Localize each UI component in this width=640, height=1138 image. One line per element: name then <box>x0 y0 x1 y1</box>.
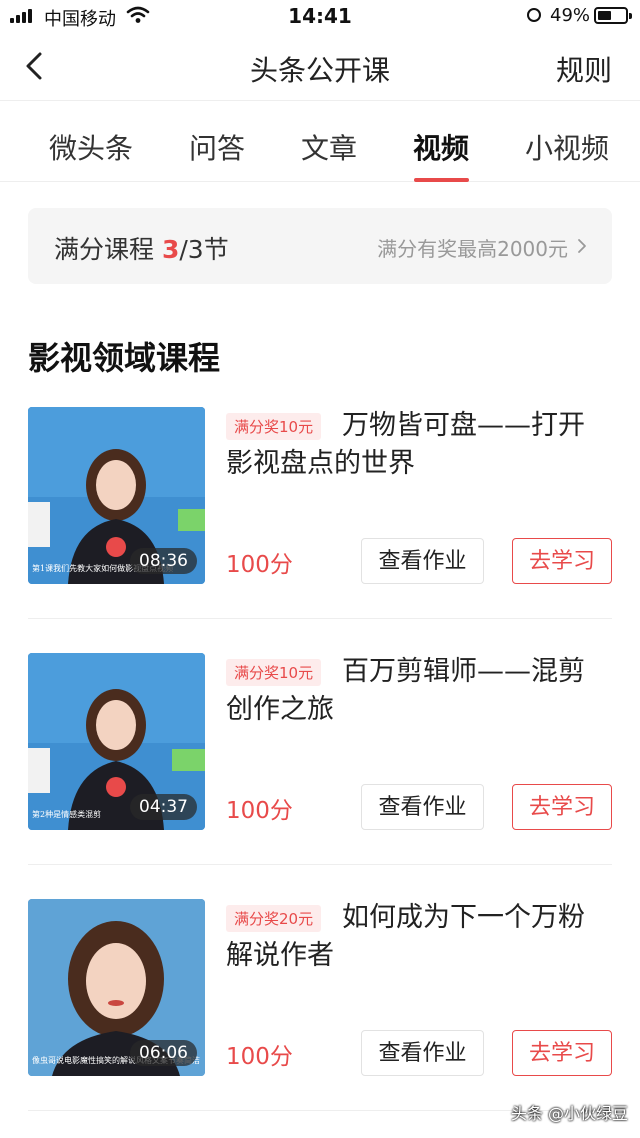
divider <box>28 618 612 619</box>
battery-percentage: 49% <box>550 5 591 26</box>
course-card: 像虫哥说电影魔性搞笑的解说风格文案节奏简洁 06:06 如何成为下一个万粉解说作… <box>28 899 612 1077</box>
clock: 14:41 <box>288 4 352 28</box>
view-homework-button[interactable]: 查看作业 <box>361 538 484 584</box>
divider <box>28 864 612 865</box>
course-score: 100分 <box>226 798 293 824</box>
battery-icon <box>594 7 632 24</box>
full-score-title: 满分课程 <box>54 235 155 264</box>
go-learn-button[interactable]: 去学习 <box>512 784 612 830</box>
rules-button[interactable]: 规则 <box>556 49 612 89</box>
video-duration: 04:37 <box>130 794 197 820</box>
view-homework-button[interactable]: 查看作业 <box>361 1030 484 1076</box>
tab-short-video[interactable]: 小视频 <box>525 127 609 167</box>
course-score: 100分 <box>226 552 293 578</box>
orientation-lock-icon <box>527 8 541 22</box>
chevron-right-icon <box>578 239 586 253</box>
full-score-label: 满分课程 3/3节 <box>54 230 229 266</box>
tab-wenda[interactable]: 问答 <box>189 127 245 167</box>
active-tab-indicator <box>414 178 469 182</box>
watermark: 头条 @小伙绿豆 <box>510 1104 628 1123</box>
tab-article[interactable]: 文章 <box>301 127 357 167</box>
tab-video[interactable]: 视频 <box>413 127 469 167</box>
page-title: 头条公开课 <box>249 54 390 87</box>
category-tabs: 微头条 问答 文章 视频 小视频 <box>0 101 640 182</box>
view-homework-button[interactable]: 查看作业 <box>361 784 484 830</box>
course-score: 100分 <box>226 1044 293 1070</box>
reward-badge: 满分奖10元 <box>226 413 322 440</box>
full-score-done-count: 3 <box>161 235 180 264</box>
course-card: 第2种是情感类混剪 04:37 百万剪辑师——混剪创作之旅 满分奖10元 100… <box>28 653 612 831</box>
reward-info: 满分有奖最高2000元 <box>377 237 568 261</box>
course-thumbnail[interactable]: 第1课我们先教大家如何做影视盘点视频 08:36 <box>28 407 205 584</box>
go-learn-button[interactable]: 去学习 <box>512 538 612 584</box>
reward-badge: 满分奖10元 <box>226 659 322 686</box>
reward-badge: 满分奖20元 <box>226 905 322 932</box>
video-duration: 06:06 <box>130 1040 197 1066</box>
back-icon[interactable] <box>18 48 54 84</box>
tab-weitoutiao[interactable]: 微头条 <box>49 127 133 167</box>
full-score-total: /3节 <box>179 235 229 264</box>
go-learn-button[interactable]: 去学习 <box>512 1030 612 1076</box>
course-thumbnail[interactable]: 第2种是情感类混剪 04:37 <box>28 653 205 830</box>
status-bar: 中国移动 14:41 49% <box>0 0 640 34</box>
nav-bar: 头条公开课 规则 <box>0 34 640 101</box>
full-score-banner[interactable]: 满分课程 3/3节 满分有奖最高2000元 <box>28 208 612 284</box>
section-title: 影视领域课程 <box>28 339 221 377</box>
video-duration: 08:36 <box>130 548 197 574</box>
course-thumbnail[interactable]: 像虫哥说电影魔性搞笑的解说风格文案节奏简洁 06:06 <box>28 899 205 1076</box>
course-card: 第1课我们先教大家如何做影视盘点视频 08:36 万物皆可盘——打开影视盘点的世… <box>28 407 612 585</box>
